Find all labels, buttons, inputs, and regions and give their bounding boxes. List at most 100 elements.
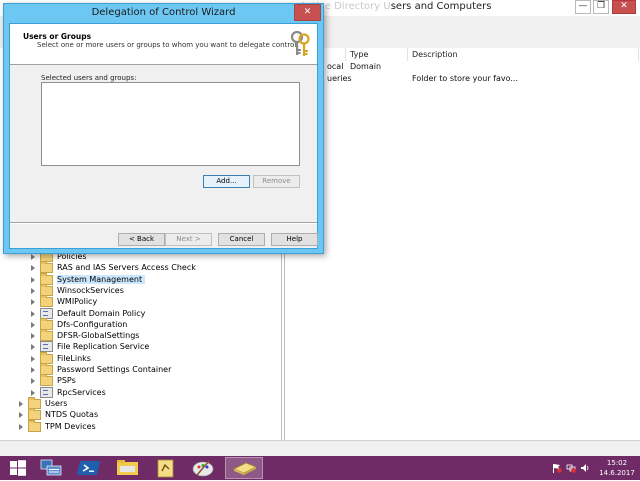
tree-item[interactable]: Default Domain Policy	[31, 308, 145, 319]
row-name-fragment[interactable]: ocal	[327, 62, 343, 71]
tree-item[interactable]: PSPs	[31, 373, 76, 386]
taskbar-powershell[interactable]	[73, 457, 106, 479]
expand-arrow-icon[interactable]	[31, 321, 35, 328]
expand-arrow-icon[interactable]	[31, 332, 35, 339]
tree-item-label: TPM Devices	[45, 422, 96, 431]
folder-icon	[28, 407, 41, 420]
tree-item[interactable]: RAS and IAS Servers Access Check	[31, 260, 196, 273]
directory-book-icon	[157, 459, 174, 478]
taskbar	[0, 456, 640, 480]
special-folder-icon	[40, 387, 53, 398]
wizard-step-title: Users or Groups	[23, 32, 92, 41]
delegation-wizard-dialog: Delegation of Control Wizard ✕ Users or …	[3, 3, 324, 254]
dialog-body: Users or Groups Select one or more users…	[9, 23, 318, 249]
tree-item-label: FileLinks	[57, 354, 91, 363]
row-type: Domain	[350, 62, 382, 71]
close-button[interactable]: ✕	[612, 0, 636, 14]
main-window-title-visible-part: sers and Computers	[390, 1, 492, 12]
dialog-close-button[interactable]: ✕	[294, 4, 321, 21]
selected-users-list[interactable]	[41, 82, 300, 166]
expand-arrow-icon[interactable]	[31, 377, 35, 384]
expand-arrow-icon[interactable]	[31, 253, 35, 260]
expand-arrow-icon[interactable]	[31, 355, 35, 362]
expand-arrow-icon[interactable]	[31, 276, 35, 283]
column-header-description[interactable]: Description	[408, 48, 639, 61]
expand-arrow-icon[interactable]	[31, 389, 35, 396]
expand-arrow-icon[interactable]	[19, 411, 23, 418]
main-window-title: Active Directory Users and Computers	[300, 1, 491, 12]
expand-arrow-icon[interactable]	[31, 343, 35, 350]
server-manager-icon	[40, 459, 62, 476]
start-button[interactable]	[1, 457, 34, 479]
taskbar-server-manager[interactable]	[35, 457, 68, 479]
wizard-app-icon	[233, 462, 257, 475]
tree-item[interactable]: DFSR-GlobalSettings	[31, 328, 140, 341]
expand-arrow-icon[interactable]	[31, 366, 35, 373]
tree-item[interactable]: TPM Devices	[19, 419, 96, 432]
folder-icon	[117, 460, 138, 475]
help-button[interactable]: Help	[271, 233, 318, 246]
tree-item[interactable]: Users	[19, 396, 68, 409]
dialog-separator	[10, 222, 317, 224]
powershell-icon	[77, 461, 100, 475]
expand-arrow-icon[interactable]	[19, 400, 23, 407]
wizard-step-subtitle: Select one or more users or groups to wh…	[37, 41, 299, 49]
tree-item-label: System Management	[57, 275, 146, 284]
details-pane[interactable]	[284, 48, 640, 440]
tree-item[interactable]: RpcServices	[31, 387, 106, 398]
taskbar-file-explorer[interactable]	[111, 457, 144, 479]
windows-logo-icon	[10, 460, 26, 476]
expand-arrow-icon[interactable]	[31, 287, 35, 294]
action-center-flag-icon[interactable]	[552, 463, 562, 473]
back-button[interactable]: < Back	[118, 233, 165, 246]
tree-item-label: Users	[45, 399, 68, 408]
maximize-button[interactable]: ❐	[593, 0, 609, 14]
speaker-icon[interactable]	[580, 463, 590, 473]
tree-item-label: File Replication Service	[57, 342, 150, 351]
taskbar-paint[interactable]	[187, 457, 220, 479]
taskbar-active-directory[interactable]	[149, 457, 182, 479]
folder-icon	[28, 419, 41, 432]
minimize-button[interactable]: —	[575, 0, 591, 14]
clock-date[interactable]: 14.6.2017	[596, 469, 638, 477]
keys-icon	[290, 30, 310, 56]
tree-item-label: Default Domain Policy	[57, 309, 146, 318]
tree-item-label: NTDS Quotas	[45, 410, 99, 419]
special-folder-icon	[40, 341, 53, 352]
tree-item[interactable]: File Replication Service	[31, 341, 149, 352]
palette-icon	[192, 460, 214, 477]
folder-icon	[40, 260, 53, 273]
column-header-type[interactable]: Type	[346, 48, 408, 61]
status-bar	[0, 440, 640, 457]
tree-item-label: Dfs-Configuration	[57, 320, 128, 329]
tree-item[interactable]: System Management	[31, 272, 146, 285]
add-button[interactable]: Add...	[203, 175, 250, 188]
folder-icon	[40, 294, 53, 307]
folder-icon	[40, 328, 53, 341]
cancel-button[interactable]: Cancel	[218, 233, 265, 246]
folder-icon	[40, 373, 53, 386]
row-name-fragment[interactable]: ueries	[327, 74, 352, 83]
tree-item[interactable]: WMIPolicy	[31, 294, 98, 307]
tree-item[interactable]: Password Settings Container	[31, 362, 172, 375]
remove-button[interactable]: Remove	[253, 175, 300, 188]
expand-arrow-icon[interactable]	[31, 298, 35, 305]
expand-arrow-icon[interactable]	[31, 310, 35, 317]
next-button[interactable]: Next >	[165, 233, 212, 246]
tree-item-label: WMIPolicy	[57, 297, 98, 306]
tree-item-label: WinsockServices	[57, 286, 124, 295]
tree-item-label: PSPs	[57, 376, 76, 385]
dialog-title: Delegation of Control Wizard	[91, 7, 236, 18]
wizard-header: Users or Groups Select one or more users…	[10, 24, 317, 65]
tree-item-label: Password Settings Container	[57, 365, 172, 374]
network-icon[interactable]	[566, 463, 576, 473]
expand-arrow-icon[interactable]	[31, 264, 35, 271]
selected-users-label: Selected users and groups:	[41, 74, 137, 82]
tree-item-label: RAS and IAS Servers Access Check	[57, 263, 196, 272]
expand-arrow-icon[interactable]	[19, 423, 23, 430]
clock-time[interactable]: 15:02	[598, 459, 636, 467]
tree-item[interactable]: NTDS Quotas	[19, 407, 99, 420]
row-description: Folder to store your favo...	[412, 74, 518, 83]
taskbar-delegation-wizard[interactable]	[225, 457, 263, 479]
tree-item-label: DFSR-GlobalSettings	[57, 331, 140, 340]
